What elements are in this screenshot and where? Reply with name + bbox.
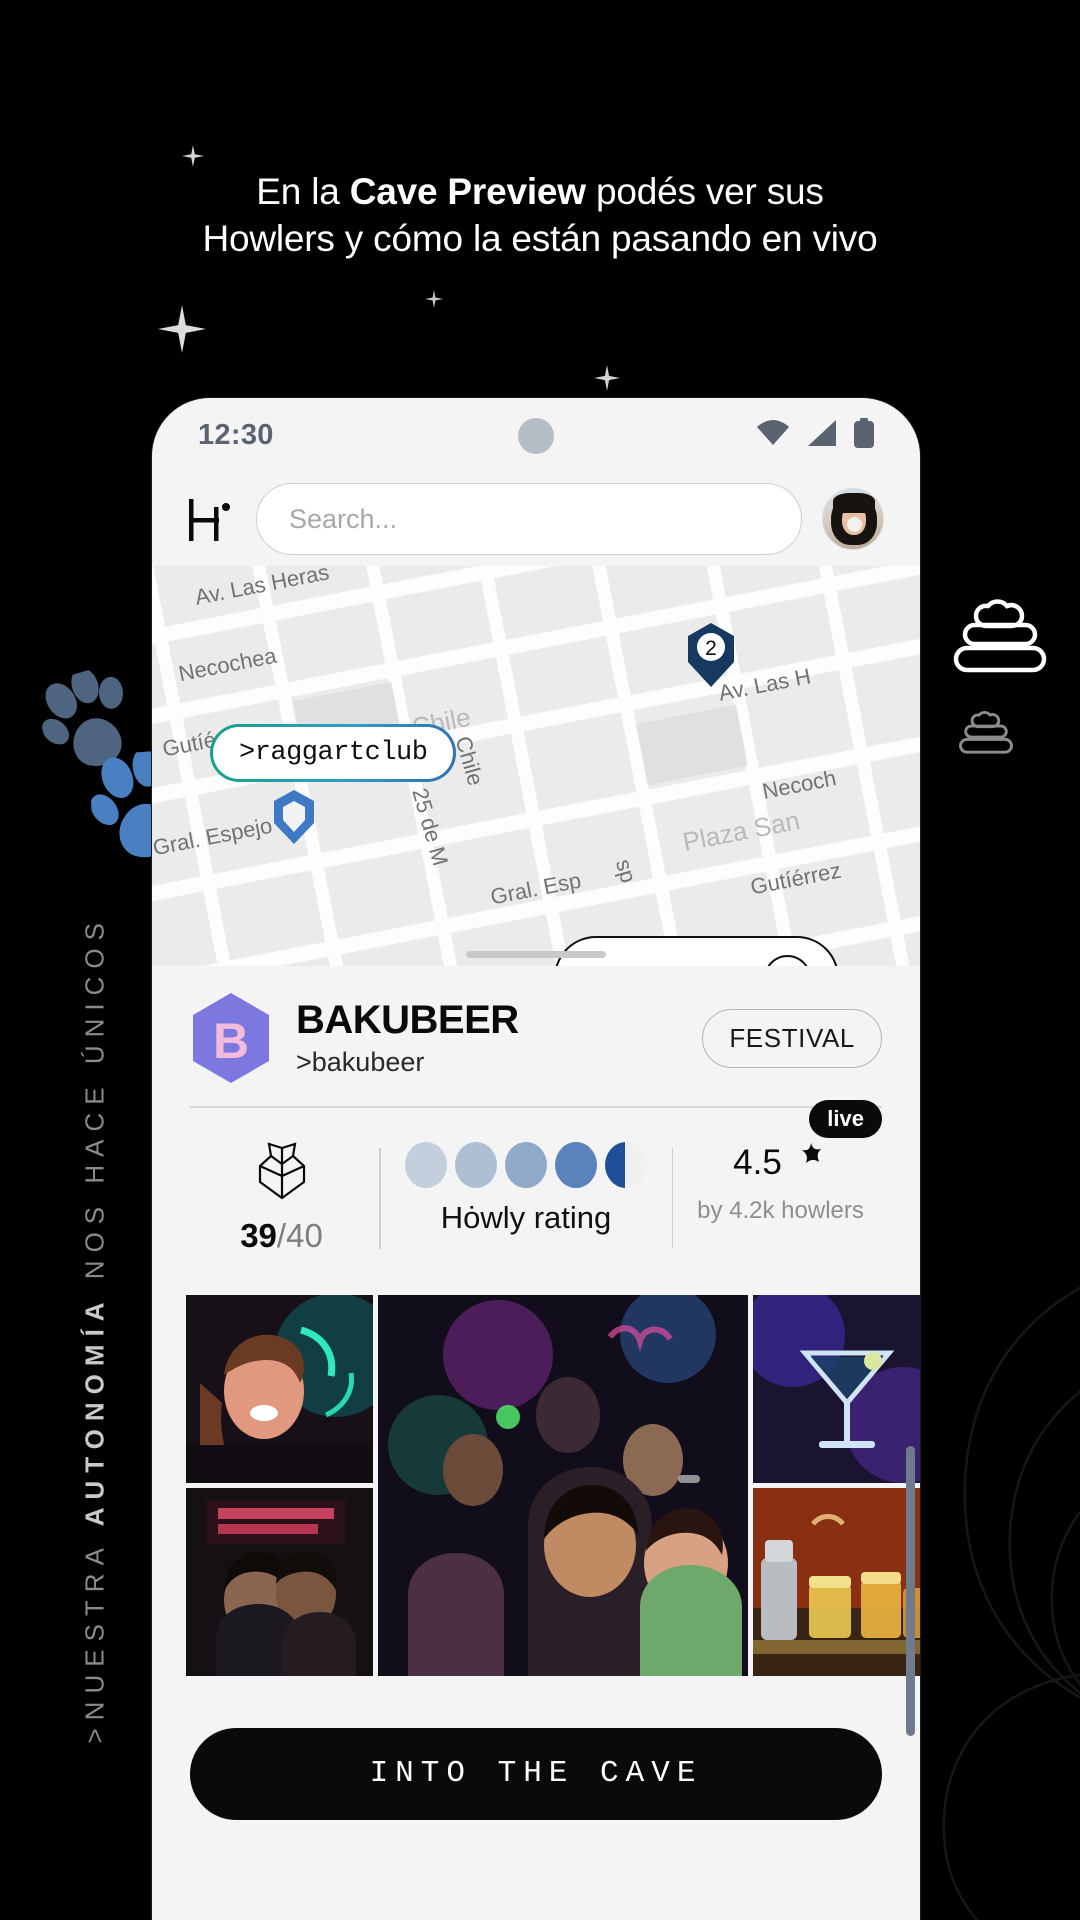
rating-dot <box>505 1141 547 1188</box>
map-venue-marker[interactable] <box>270 788 318 846</box>
search-placeholder: Search... <box>289 503 398 534</box>
into-the-cave-button[interactable]: INTO THE CAVE <box>190 1727 882 1820</box>
howlers-total: /40 <box>276 1216 323 1254</box>
map-venue-pill[interactable]: >raggartclub <box>210 724 457 782</box>
venue-name: BAKUBEER <box>296 997 519 1042</box>
svg-text:2: 2 <box>705 637 717 660</box>
sheet-grabber[interactable] <box>466 951 606 958</box>
rating-dot <box>405 1141 447 1188</box>
slogan-prefix: >NUESTRA <box>79 1526 110 1744</box>
page-title: En la Cave Preview podés ver sus Howlers… <box>0 168 1080 263</box>
camera-punch-hole <box>518 418 554 454</box>
howlers-stat: 39/40 <box>184 1141 379 1255</box>
photo-crowd-party[interactable] <box>378 1294 748 1676</box>
search-input[interactable]: Search... <box>256 483 802 555</box>
photo-cocktail-glass[interactable] <box>753 1294 920 1483</box>
rating-dot <box>455 1141 497 1188</box>
star-icon <box>794 1142 828 1185</box>
plus-icon: + <box>764 954 812 966</box>
slogan-bold: AUTONOMÍA <box>79 1294 110 1527</box>
rating-dot-half <box>605 1141 647 1188</box>
howlers-count: 39/40 <box>240 1217 323 1255</box>
venue-stats: live 39/40 Hȯwly rating 4.5 by 4.2k howl… <box>184 1099 888 1277</box>
status-badge[interactable]: FESTIVAL <box>702 1008 882 1068</box>
wolf-head-icon <box>255 1141 309 1205</box>
vertical-slogan: >NUESTRA AUTONOMÍA NOS HACE ÚNICOS <box>79 915 111 1744</box>
photo-woman-neon[interactable] <box>186 1294 373 1483</box>
cloud-stack-icon <box>950 598 1050 681</box>
headline-post: podés ver sus <box>585 171 824 212</box>
headline-pre: En la <box>256 171 350 212</box>
sparkle-icon <box>158 305 206 353</box>
photo-grid <box>186 1294 920 1676</box>
status-time: 12:30 <box>198 418 274 451</box>
venue-sheet: B BAKUBEER >bakubeer FESTIVAL live 39/40 <box>152 966 920 1820</box>
live-badge: live <box>809 1099 882 1138</box>
headline-bold: Cave Preview <box>349 171 586 212</box>
app-logo[interactable] <box>184 493 236 545</box>
howlers-current: 39 <box>240 1216 277 1254</box>
rating-label: Hȯwly rating <box>440 1199 612 1235</box>
battery-icon <box>854 417 874 453</box>
rating-dot <box>555 1141 597 1188</box>
venue-header: B BAKUBEER >bakubeer FESTIVAL <box>184 966 888 1102</box>
photo-couple-kiss[interactable] <box>186 1487 373 1676</box>
venue-avatar: B <box>190 992 272 1084</box>
scrollbar[interactable] <box>906 1446 915 1736</box>
venue-handle: >bakubeer <box>296 1046 425 1077</box>
status-bar: 12:30 <box>152 398 920 472</box>
score-stat: 4.5 by 4.2k howlers <box>673 1142 888 1255</box>
phone-mockup: 12:30 Search... Chile Plaza San Av. Las … <box>152 398 920 1920</box>
rating-stat: Hȯwly rating <box>381 1141 672 1255</box>
headline-line-1: En la Cave Preview podés ver sus <box>0 168 1080 215</box>
map-venue-pill-label: >raggartclub <box>213 727 454 779</box>
rating-dots <box>405 1141 647 1188</box>
app-header: Search... <box>152 472 920 566</box>
signal-icon <box>807 419 837 451</box>
map-view[interactable]: Plaza Chile Plaza San Av. Las Heras Neco… <box>152 566 920 966</box>
venue-avatar-letter: B <box>213 1013 249 1069</box>
avatar[interactable] <box>822 488 884 550</box>
score-row: 4.5 <box>733 1142 828 1185</box>
score-value: 4.5 <box>733 1143 782 1182</box>
score-subtext: by 4.2k howlers <box>697 1196 864 1224</box>
new-cave-label: NEW CAVE <box>590 963 744 967</box>
sparkle-icon <box>594 365 620 391</box>
headline-line-2: Howlers y cómo la están pasando en vivo <box>202 218 878 260</box>
map-cluster-pin[interactable]: 2 <box>682 621 740 689</box>
photo-drinks-bar[interactable] <box>753 1487 920 1676</box>
cloud-stack-icon <box>957 710 1015 761</box>
wifi-icon <box>756 419 790 451</box>
sparkle-icon <box>425 290 443 308</box>
slogan-suffix: NOS HACE ÚNICOS <box>79 915 110 1295</box>
sparkle-icon <box>182 145 204 167</box>
